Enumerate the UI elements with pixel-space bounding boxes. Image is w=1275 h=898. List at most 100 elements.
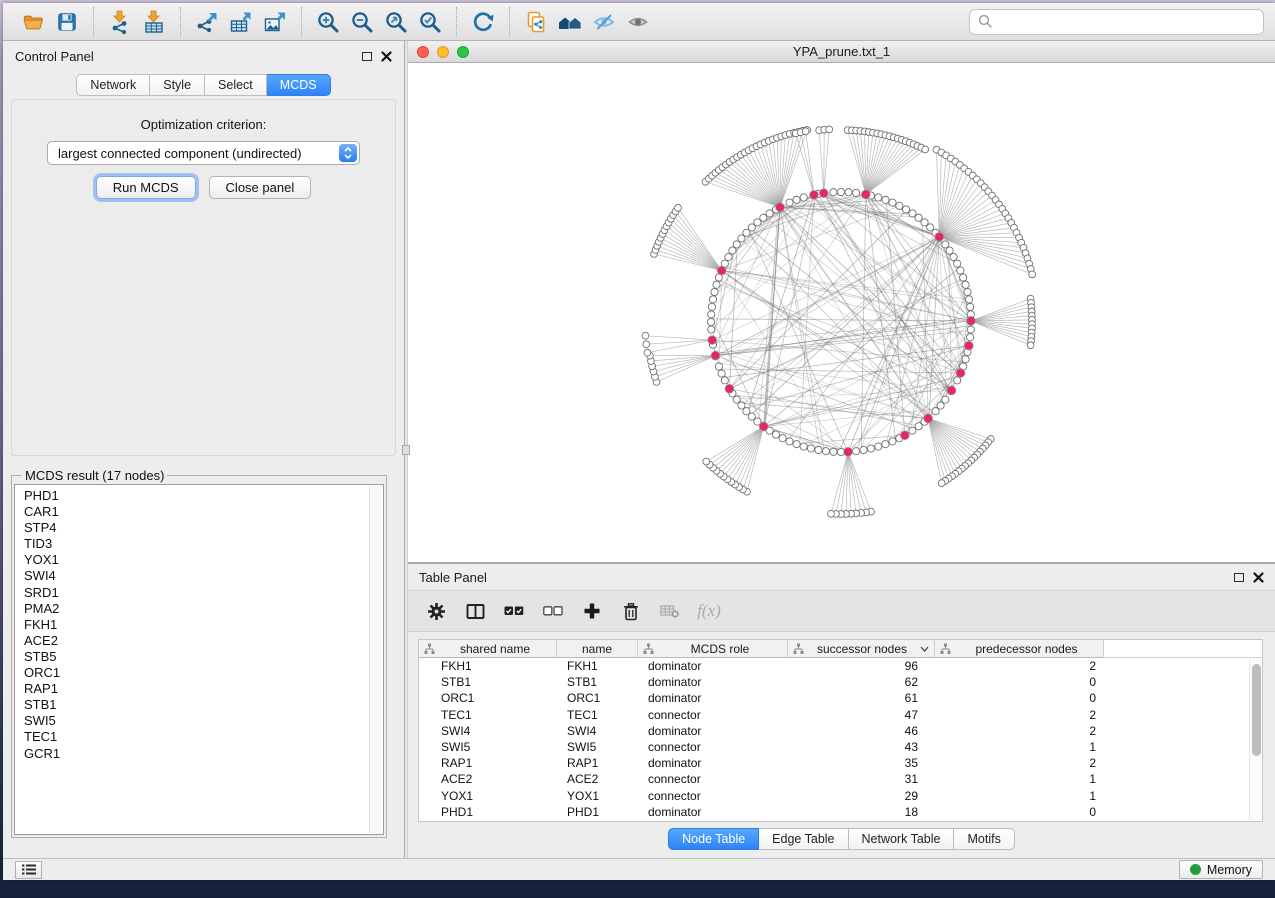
network-node[interactable] bbox=[786, 438, 793, 445]
hide-selected-button[interactable] bbox=[587, 7, 621, 37]
tab-network-table[interactable]: Network Table bbox=[849, 828, 955, 850]
table-row[interactable]: PHD1PHD1dominator180 bbox=[419, 804, 1262, 820]
network-node[interactable] bbox=[837, 188, 844, 195]
mcds-node[interactable] bbox=[924, 414, 933, 423]
network-node[interactable] bbox=[896, 202, 903, 209]
zoom-selected-button[interactable] bbox=[413, 7, 447, 37]
mcds-result-item[interactable]: CAR1 bbox=[24, 504, 383, 520]
mcds-node[interactable] bbox=[862, 190, 871, 199]
tab-motifs[interactable]: Motifs bbox=[954, 828, 1014, 850]
float-table-panel-icon[interactable] bbox=[1234, 573, 1244, 582]
import-network-button[interactable] bbox=[103, 7, 137, 37]
result-list-scrollbar[interactable] bbox=[369, 486, 382, 833]
column-header-successor-nodes[interactable]: successor nodes bbox=[788, 640, 935, 658]
network-node[interactable] bbox=[703, 458, 710, 465]
mcds-node[interactable] bbox=[711, 351, 720, 360]
mcds-result-item[interactable]: STB1 bbox=[24, 697, 383, 713]
mcds-result-item[interactable]: ACE2 bbox=[24, 633, 383, 649]
first-neighbors-button[interactable] bbox=[553, 7, 587, 37]
table-row[interactable]: SWI4SWI4dominator462 bbox=[419, 723, 1262, 739]
network-node[interactable] bbox=[960, 274, 967, 281]
close-window-icon[interactable] bbox=[417, 46, 429, 58]
tab-select[interactable]: Select bbox=[205, 74, 267, 96]
table-row[interactable]: TEC1TEC1connector472 bbox=[419, 707, 1262, 723]
zoom-in-button[interactable] bbox=[311, 7, 345, 37]
network-node[interactable] bbox=[708, 311, 715, 318]
column-header-predecessor-nodes[interactable]: predecessor nodes bbox=[935, 640, 1104, 658]
network-canvas[interactable] bbox=[408, 63, 1275, 562]
table-row[interactable]: SWI5SWI5connector431 bbox=[419, 739, 1262, 755]
network-node[interactable] bbox=[707, 318, 714, 325]
open-session-button[interactable] bbox=[16, 7, 50, 37]
network-node[interactable] bbox=[721, 377, 728, 384]
table-row[interactable]: YOX1YOX1connector291 bbox=[419, 788, 1262, 804]
create-column-button[interactable] bbox=[576, 596, 608, 626]
network-node[interactable] bbox=[902, 206, 909, 213]
network-node[interactable] bbox=[733, 396, 740, 403]
zoom-out-button[interactable] bbox=[345, 7, 379, 37]
network-node[interactable] bbox=[642, 332, 649, 339]
table-row[interactable]: STB1STB1dominator620 bbox=[419, 674, 1262, 690]
network-node[interactable] bbox=[828, 510, 835, 517]
network-node[interactable] bbox=[882, 196, 889, 203]
table-scrollbar[interactable] bbox=[1249, 659, 1262, 820]
save-session-button[interactable] bbox=[50, 7, 84, 37]
network-node[interactable] bbox=[711, 288, 718, 295]
mcds-node[interactable] bbox=[965, 341, 974, 350]
network-node[interactable] bbox=[644, 349, 651, 356]
network-node[interactable] bbox=[779, 435, 786, 442]
network-node[interactable] bbox=[954, 377, 961, 384]
network-node[interactable] bbox=[967, 303, 974, 310]
network-node[interactable] bbox=[708, 326, 715, 333]
mcds-result-item[interactable]: PHD1 bbox=[24, 488, 383, 504]
column-header-shared-name[interactable]: shared name bbox=[419, 640, 557, 658]
table-scrollbar-thumb[interactable] bbox=[1252, 664, 1261, 756]
mcds-node[interactable] bbox=[717, 266, 726, 275]
zoom-fit-button[interactable] bbox=[379, 7, 413, 37]
search-input[interactable] bbox=[999, 14, 1255, 29]
select-all-rows-button[interactable] bbox=[498, 596, 530, 626]
network-node[interactable] bbox=[875, 443, 882, 450]
network-node[interactable] bbox=[675, 204, 682, 211]
network-node[interactable] bbox=[815, 446, 822, 453]
memory-button[interactable]: Memory bbox=[1179, 860, 1263, 879]
close-table-panel-icon[interactable] bbox=[1253, 572, 1264, 583]
network-node[interactable] bbox=[786, 199, 793, 206]
show-columns-button[interactable] bbox=[459, 596, 491, 626]
network-node[interactable] bbox=[802, 128, 809, 135]
mcds-result-item[interactable]: STB5 bbox=[24, 649, 383, 665]
table-row[interactable]: ACE2ACE2connector311 bbox=[419, 771, 1262, 787]
export-network-button[interactable] bbox=[190, 7, 224, 37]
network-node[interactable] bbox=[889, 438, 896, 445]
mcds-node[interactable] bbox=[947, 386, 956, 395]
close-panel-button[interactable]: Close panel bbox=[209, 176, 312, 199]
network-node[interactable] bbox=[793, 196, 800, 203]
mcds-node[interactable] bbox=[725, 384, 734, 393]
mcds-node[interactable] bbox=[956, 369, 965, 378]
network-node[interactable] bbox=[800, 443, 807, 450]
float-panel-icon[interactable] bbox=[362, 52, 372, 61]
mcds-node[interactable] bbox=[967, 317, 976, 326]
mcds-result-item[interactable]: FKH1 bbox=[24, 617, 383, 633]
network-node[interactable] bbox=[915, 423, 922, 430]
network-node[interactable] bbox=[793, 441, 800, 448]
mcds-node[interactable] bbox=[776, 203, 785, 212]
mcds-result-item[interactable]: GCR1 bbox=[24, 746, 383, 762]
network-node[interactable] bbox=[766, 210, 773, 217]
network-node[interactable] bbox=[967, 333, 974, 340]
network-node[interactable] bbox=[1029, 271, 1036, 278]
network-node[interactable] bbox=[852, 189, 859, 196]
column-header-name[interactable]: name bbox=[557, 640, 638, 658]
network-node[interactable] bbox=[830, 448, 837, 455]
network-node[interactable] bbox=[715, 363, 722, 370]
tab-edge-table[interactable]: Edge Table bbox=[759, 828, 848, 850]
close-panel-icon[interactable] bbox=[381, 51, 392, 62]
network-node[interactable] bbox=[800, 194, 807, 201]
tab-mcds[interactable]: MCDS bbox=[267, 74, 331, 96]
network-node[interactable] bbox=[964, 288, 971, 295]
network-node[interactable] bbox=[938, 480, 945, 487]
network-node[interactable] bbox=[962, 281, 969, 288]
refresh-view-button[interactable] bbox=[466, 7, 500, 37]
mcds-result-item[interactable]: ORC1 bbox=[24, 665, 383, 681]
table-row[interactable]: ORC1ORC1dominator610 bbox=[419, 690, 1262, 706]
